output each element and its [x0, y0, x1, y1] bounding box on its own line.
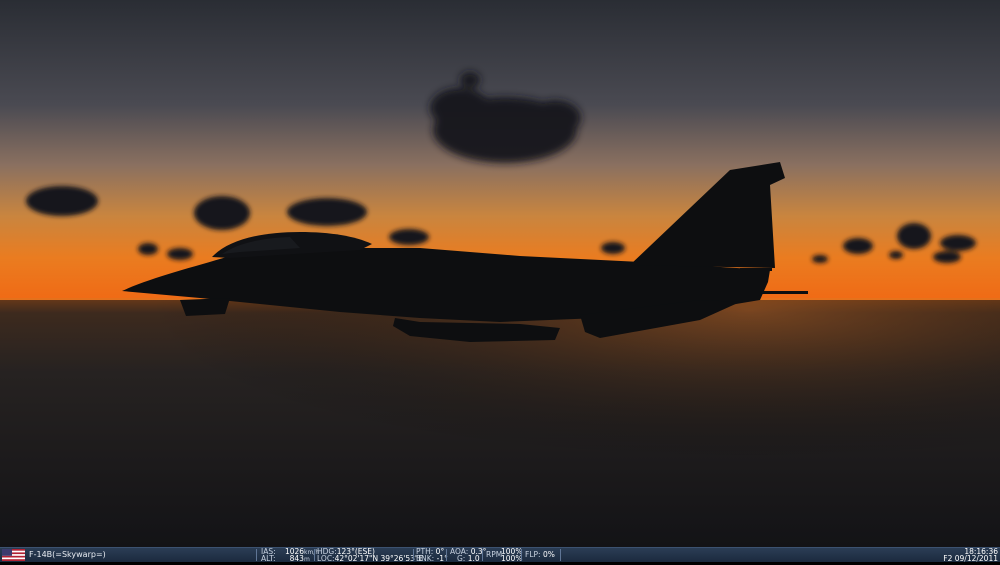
scene [0, 0, 1000, 547]
us-flag-icon [2, 549, 25, 561]
heading-location-readout: HDG:123°(ESE) LOC:42°02'17"N 39°26'53"E [317, 548, 423, 563]
separator [521, 549, 522, 561]
separator [560, 549, 561, 561]
separator [446, 549, 447, 561]
separator [413, 549, 414, 561]
rpm-readout: RPM: 100% 100% [486, 548, 522, 563]
aoa-g-readout: AOA: 0.3° G: 1.0 [450, 548, 486, 563]
separator [256, 549, 257, 561]
clock: 18:16:36 F2 09/12/2011 [943, 548, 998, 563]
status-bar: F-14B(=Skywarp=) IAS: 1026km/h ALT: 843m… [0, 547, 1000, 565]
game-viewport[interactable] [0, 0, 1000, 547]
flaps-readout: FLP: 0% [525, 551, 561, 565]
separator [314, 549, 315, 561]
rpm-label: RPM: [486, 550, 505, 559]
speed-altitude-readout: IAS: 1026km/h ALT: 843m [261, 548, 319, 563]
separator [482, 549, 483, 561]
flp-value: 0% [542, 550, 555, 559]
flp-label: FLP: [525, 550, 541, 559]
clock-date: F2 09/12/2011 [943, 554, 998, 563]
attitude-readout: PTH: 0° BNK: -1° [416, 548, 448, 563]
alt-value: 843 [289, 554, 304, 563]
unit-name: F-14B(=Skywarp=) [29, 550, 106, 559]
